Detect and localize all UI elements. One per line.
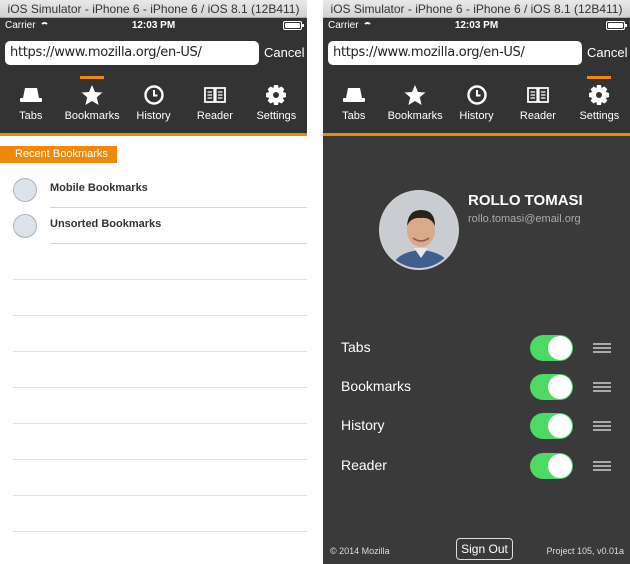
avatar-photo-icon: [381, 192, 457, 268]
cancel-button[interactable]: Cancel: [587, 41, 627, 65]
reorder-handle-icon[interactable]: [593, 421, 611, 431]
tab-reader[interactable]: Reader: [507, 74, 568, 132]
user-email: rollo.tomasi@email.org: [468, 213, 581, 225]
tab-tabs[interactable]: Tabs: [0, 74, 61, 132]
tab-history[interactable]: History: [446, 74, 507, 132]
browser-header: https://www.mozilla.org/en-US/ Cancel Ta…: [0, 34, 307, 136]
reorder-handle-icon[interactable]: [593, 382, 611, 392]
list-separator: [13, 279, 307, 280]
sync-toggle[interactable]: [530, 335, 573, 361]
tab-reader[interactable]: Reader: [184, 74, 245, 132]
tab-label: History: [459, 110, 494, 122]
reorder-handle-icon[interactable]: [593, 343, 611, 353]
star-icon: [81, 85, 103, 105]
sync-toggle[interactable]: [530, 453, 573, 479]
list-separator: [13, 495, 307, 496]
bookmark-folder-row[interactable]: Unsorted Bookmarks: [13, 208, 307, 244]
settings-panel: ROLLO TOMASI rollo.tomasi@email.org Tabs…: [323, 136, 630, 564]
status-time: 12:03 PM: [131, 20, 176, 31]
list-separator: [13, 423, 307, 424]
folder-icon: [13, 214, 37, 238]
list-separator: [13, 459, 307, 460]
bookmarks-panel: Recent Bookmarks Mobile Bookmarks Unsort…: [0, 136, 307, 564]
tab-label: Bookmarks: [64, 110, 120, 122]
panel-tab-bar: Tabs Bookmarks History Reader Settings: [323, 74, 630, 132]
battery-icon: [606, 21, 627, 30]
version-text: Project 105, v0.01a: [546, 546, 624, 556]
sign-out-button[interactable]: Sign Out: [456, 538, 513, 560]
list-separator: [13, 351, 307, 352]
simulator-title: iOS Simulator - iPhone 6 - iPhone 6 / iO…: [0, 0, 307, 18]
reorder-handle-icon[interactable]: [593, 461, 611, 471]
panel-tab-bar: Tabs Bookmarks History Reader Settings: [0, 74, 307, 132]
star-icon: [404, 85, 426, 105]
clock-icon: [466, 85, 487, 105]
pref-label: Reader: [341, 457, 387, 473]
tab-settings[interactable]: Settings: [246, 74, 307, 132]
clock-icon: [143, 85, 164, 105]
bookmark-folder-row[interactable]: Mobile Bookmarks: [13, 172, 307, 208]
tab-settings[interactable]: Settings: [569, 74, 630, 132]
tab-label: Settings: [579, 110, 620, 122]
tab-label: Settings: [256, 110, 297, 122]
pref-label: Tabs: [341, 339, 371, 355]
cancel-button[interactable]: Cancel: [264, 41, 304, 65]
bookmark-folder-label: Unsorted Bookmarks: [50, 218, 162, 230]
tabs-hat-icon: [19, 88, 42, 102]
sync-pref-row: Tabs: [341, 335, 615, 361]
list-separator: [13, 387, 307, 388]
gear-icon: [589, 85, 610, 105]
gear-icon: [266, 85, 287, 105]
status-bar: Carrier 12:03 PM: [0, 18, 307, 34]
book-icon: [204, 87, 226, 103]
pref-label: History: [341, 417, 385, 433]
copyright-text: © 2014 Mozilla: [330, 546, 390, 556]
sync-pref-row: Reader: [341, 453, 615, 479]
tab-label: Reader: [196, 110, 233, 122]
user-name: ROLLO TOMASI: [468, 192, 583, 209]
simulator-right: iOS Simulator - iPhone 6 - iPhone 6 / iO…: [323, 0, 630, 564]
tab-label: Tabs: [342, 110, 366, 122]
avatar: [379, 190, 459, 270]
tab-label: History: [136, 110, 171, 122]
tab-label: Tabs: [19, 110, 43, 122]
list-separator: [13, 531, 307, 532]
sync-pref-row: History: [341, 413, 615, 439]
pref-label: Bookmarks: [341, 378, 412, 394]
tab-bookmarks[interactable]: Bookmarks: [61, 74, 122, 132]
simulator-left: iOS Simulator - iPhone 6 - iPhone 6 / iO…: [0, 0, 307, 564]
sync-toggle[interactable]: [530, 374, 573, 400]
book-icon: [527, 87, 549, 103]
sync-pref-row: Bookmarks: [341, 374, 615, 400]
url-input[interactable]: https://www.mozilla.org/en-US/: [5, 41, 259, 65]
tab-tabs[interactable]: Tabs: [323, 74, 384, 132]
tab-history[interactable]: History: [123, 74, 184, 132]
battery-icon: [283, 21, 304, 30]
url-input[interactable]: https://www.mozilla.org/en-US/: [328, 41, 582, 65]
folder-icon: [13, 178, 37, 202]
tab-label: Bookmarks: [387, 110, 443, 122]
status-time: 12:03 PM: [454, 20, 499, 31]
list-separator: [13, 315, 307, 316]
tab-label: Reader: [519, 110, 556, 122]
tabs-hat-icon: [342, 88, 365, 102]
recent-bookmarks-header: Recent Bookmarks: [0, 146, 117, 163]
simulator-title: iOS Simulator - iPhone 6 - iPhone 6 / iO…: [323, 0, 630, 18]
bookmark-folder-label: Mobile Bookmarks: [50, 182, 148, 194]
status-bar: Carrier 12:03 PM: [323, 18, 630, 34]
sync-toggle[interactable]: [530, 413, 573, 439]
tab-bookmarks[interactable]: Bookmarks: [384, 74, 445, 132]
browser-header: https://www.mozilla.org/en-US/ Cancel Ta…: [323, 34, 630, 136]
